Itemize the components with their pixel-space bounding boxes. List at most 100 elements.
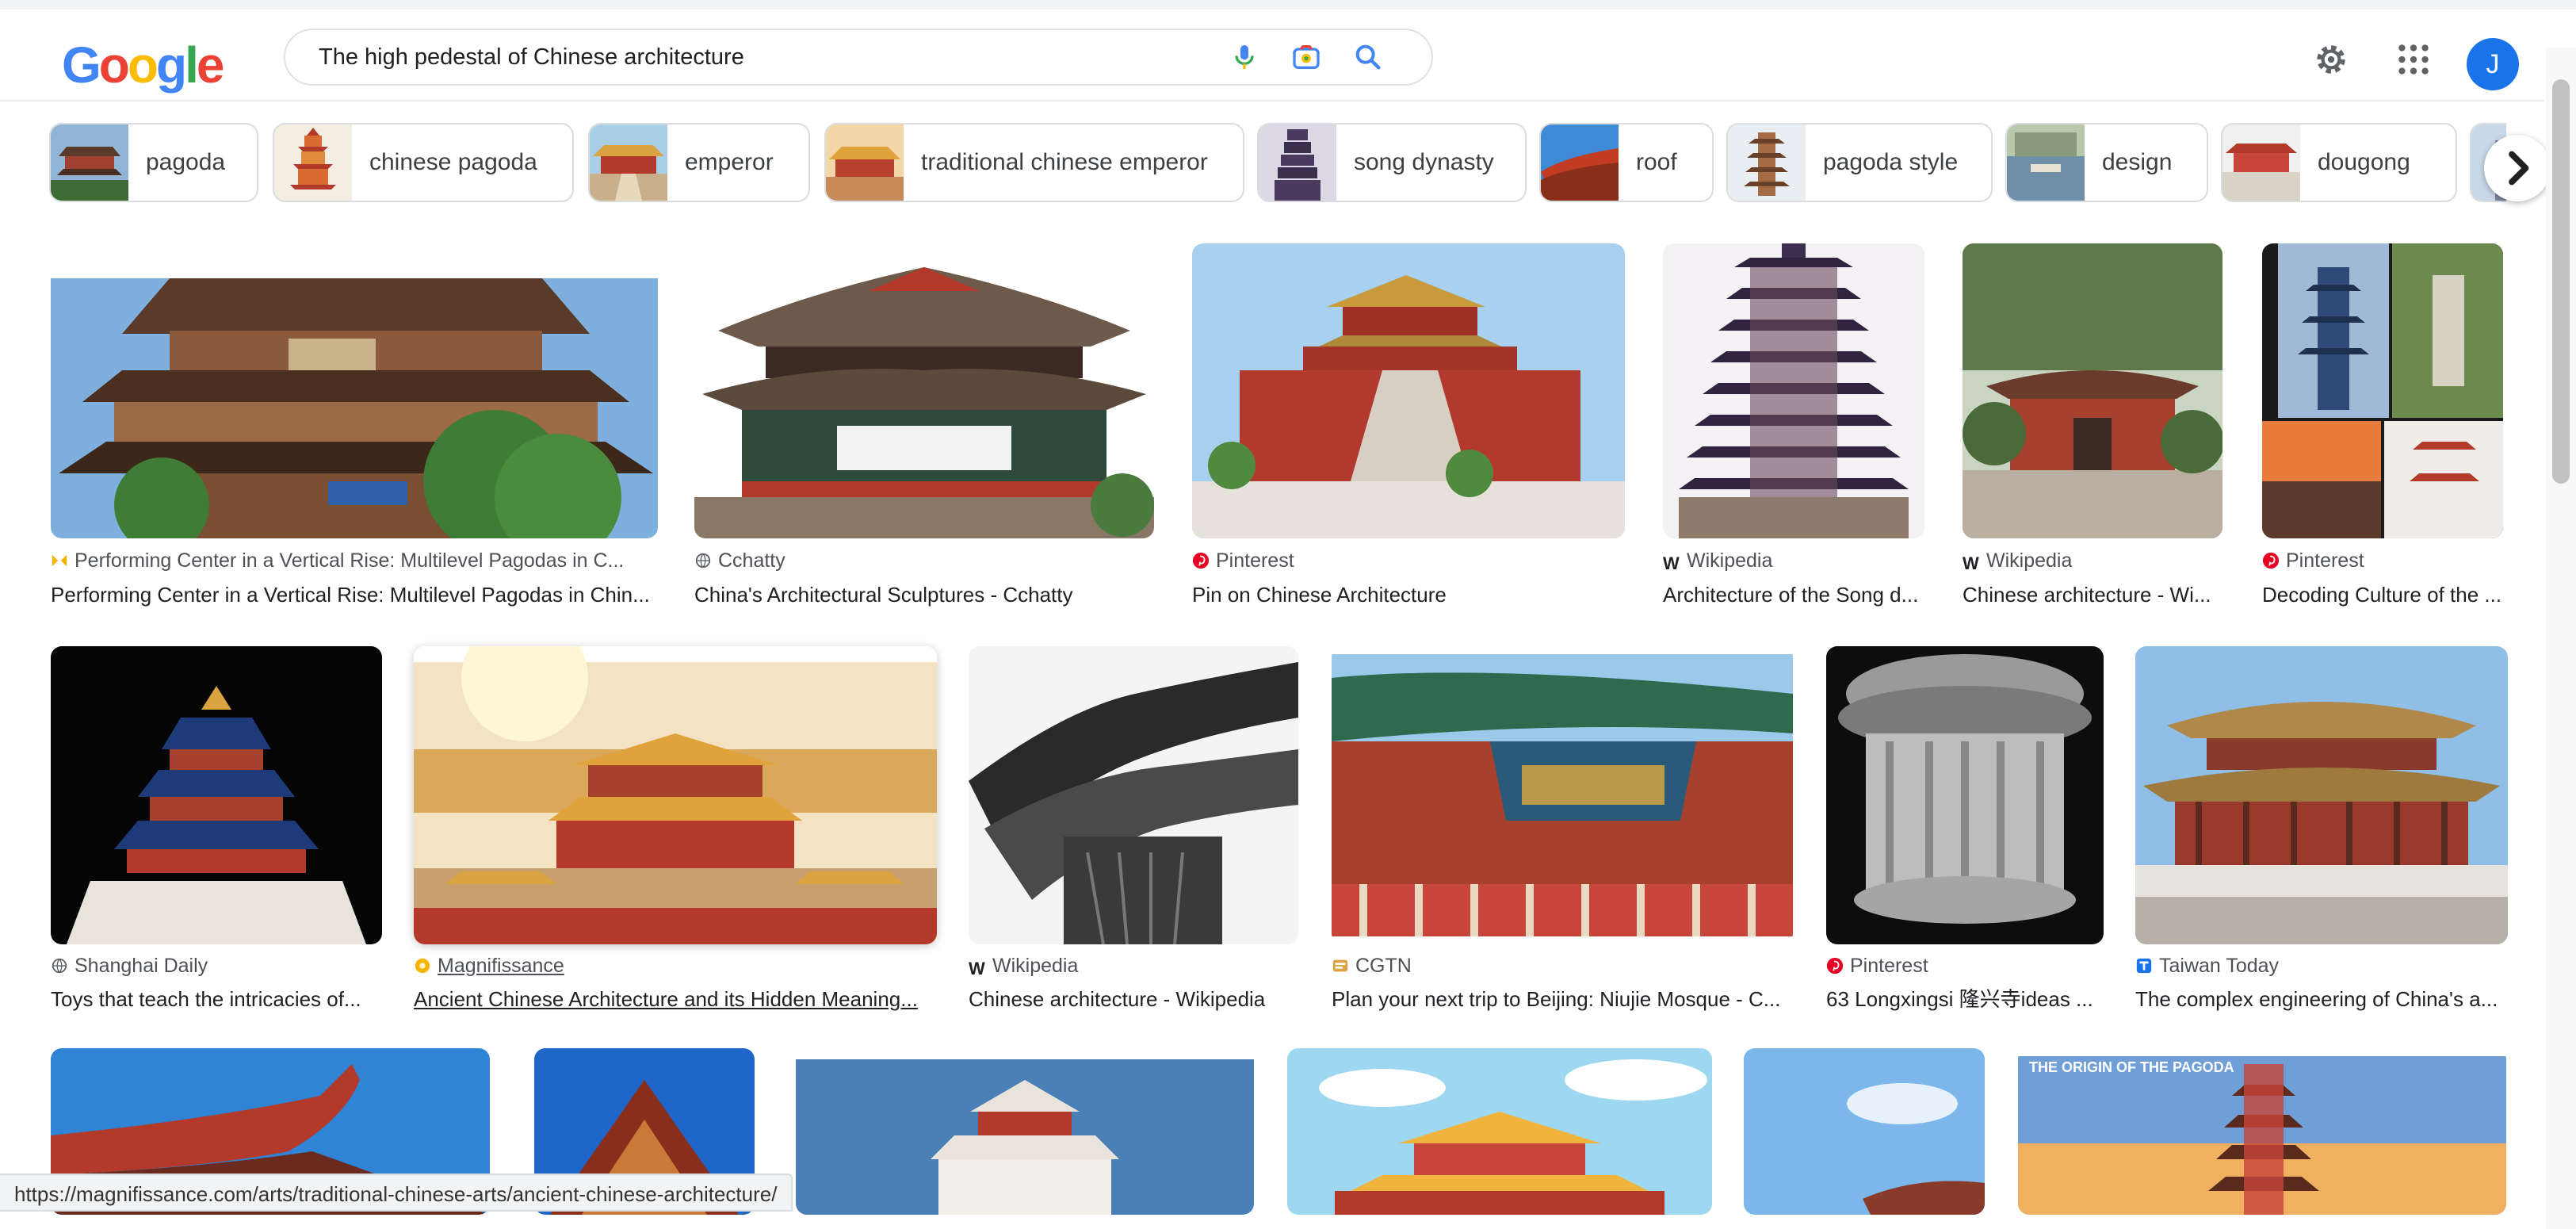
result-title[interactable]: Toys that teach the intricacies of... [51,986,382,1013]
result-thumbnail[interactable] [1192,243,1625,538]
page-scrollbar[interactable] [2546,48,2576,1229]
scrollbar-thumb[interactable] [2552,79,2570,484]
search-query-text[interactable]: The high pedestal of Chinese architectur… [319,30,744,84]
source-name: Pinterest [1216,549,1294,572]
multilevel-pagoda-image [51,243,658,538]
taiwan-today-icon [2136,958,2152,974]
source-name: Shanghai Daily [75,955,208,977]
related-search-chips: pagoda chinese pagoda emperor traditiona… [49,123,2506,202]
result-source: Pinterest [1826,954,2104,978]
result-thumbnail[interactable] [51,243,658,538]
magnifying-glass-icon [52,554,67,567]
result-title[interactable]: Pin on Chinese Architecture [1192,581,1625,608]
logo-letter: G [62,36,101,94]
result-title[interactable]: The complex engineering of China's a... [2135,986,2508,1013]
chip-pagoda-style[interactable]: pagoda style [1726,123,1993,202]
result-thumbnail[interactable] [51,646,382,944]
source-name: Cchatty [718,549,785,572]
sky-rooftop-image [1744,1048,1985,1215]
chip-chinese-pagoda[interactable]: chinese pagoda [273,123,574,202]
image-result[interactable] [1287,1048,1712,1215]
chip-traditional-chinese-emperor[interactable]: traditional chinese emperor [824,123,1244,202]
chip-song-dynasty[interactable]: song dynasty [1257,123,1527,202]
search-input[interactable]: The high pedestal of Chinese architectur… [284,29,1433,86]
result-title[interactable]: Chinese architecture - Wikipedia [969,986,1298,1013]
result-title[interactable]: Performing Center in a Vertical Rise: Mu… [51,581,658,608]
pinterest-icon [1192,552,1210,569]
browser-top-edge [0,0,2576,10]
result-thumbnail[interactable] [2135,646,2508,944]
microphone-icon[interactable] [1229,41,1260,73]
source-name: Taiwan Today [2159,955,2280,977]
globe-icon [52,958,67,974]
chip-label: emperor [685,149,774,175]
google-logo[interactable]: Google [62,36,225,94]
result-title[interactable]: Plan your next trip to Beijing: Niujie M… [1332,986,1793,1013]
chips-next-button[interactable] [2484,135,2551,201]
result-thumbnail[interactable] [694,243,1154,538]
result-thumbnail[interactable] [1332,646,1793,944]
result-thumbnail[interactable] [969,646,1298,944]
result-source: Taiwan Today [2135,954,2508,978]
image-result[interactable]: Pinterest Decoding Culture of the ... [2262,243,2503,616]
image-result[interactable]: Pinterest 63 Longxingsi 隆兴寺ideas ... [1826,646,2104,1019]
chip-dougong[interactable]: dougong [2221,123,2457,202]
image-result[interactable]: Shanghai Daily Toys that teach the intri… [51,646,382,1019]
pagoda-collage-image [2262,243,2503,538]
image-result[interactable]: W Wikipedia Architecture of the Song d... [1663,243,1924,616]
result-title[interactable]: Architecture of the Song d... [1663,581,1924,608]
gate-pavilion-image [1963,243,2222,538]
image-result[interactable]: Pinterest Pin on Chinese Architecture [1192,243,1625,616]
image-result[interactable]: Magnifissance Ancient Chinese Architectu… [414,646,937,1019]
result-source: W Wikipedia [1963,549,2222,572]
account-avatar[interactable]: J [2467,38,2519,90]
chip-design[interactable]: design [2005,123,2208,202]
result-thumbnail[interactable] [1826,646,2104,944]
result-title[interactable]: China's Architectural Sculptures - Cchat… [694,581,1154,608]
chip-emperor[interactable]: emperor [588,123,810,202]
search-icon[interactable] [1352,41,1384,73]
chip-label: song dynasty [1354,149,1494,175]
image-result[interactable] [1744,1048,1985,1215]
image-result[interactable]: W Wikipedia Chinese architecture - Wi... [1963,243,2222,616]
result-thumbnail[interactable] [1287,1048,1712,1215]
source-name[interactable]: Magnifissance [438,955,564,977]
chip-label: roof [1636,149,1677,175]
result-thumbnail[interactable] [1744,1048,1985,1215]
link-status-bar: https://magnifissance.com/arts/tradition… [0,1173,793,1212]
image-result[interactable]: Cchatty China's Architectural Sculptures… [694,243,1154,616]
result-title[interactable]: Ancient Chinese Architecture and its Hid… [414,986,921,1013]
image-result[interactable]: Performing Center in a Vertical Rise: Mu… [51,243,658,616]
image-result[interactable]: CGTN Plan your next trip to Beijing: Niu… [1332,646,1793,1019]
result-thumbnail[interactable] [1963,243,2222,538]
result-title[interactable]: 63 Longxingsi 隆兴寺ideas ... [1826,986,2104,1013]
camera-lens-icon[interactable] [1290,41,1322,73]
logo-letter: e [196,36,225,94]
chip-roof[interactable]: roof [1539,123,1714,202]
apps-grid-icon[interactable] [2394,40,2433,79]
result-thumbnail[interactable]: THE ORIGIN OF THE PAGODA [2018,1048,2506,1215]
result-thumbnail[interactable] [414,646,937,944]
chip-thumbnail [1259,124,1336,201]
logo-letter: o [127,36,159,94]
image-result[interactable]: THE ORIGIN OF THE PAGODA [2018,1048,2506,1215]
result-title[interactable]: Decoding Culture of the ... [2262,581,2503,608]
settings-gear-icon[interactable] [2311,40,2351,79]
result-title[interactable]: Chinese architecture - Wi... [1963,581,2222,608]
chip-thumbnail [1541,124,1619,201]
wikipedia-icon: W [969,959,985,978]
image-result[interactable]: W Wikipedia Chinese architecture - Wikipe… [969,646,1298,1019]
pinterest-icon [1826,957,1844,974]
chip-pagoda[interactable]: pagoda [49,123,258,202]
image-result[interactable] [796,1048,1254,1215]
chip-label: design [2102,149,2173,175]
image-result[interactable]: Taiwan Today The complex engineering of … [2135,646,2508,1019]
result-thumbnail[interactable] [2262,243,2503,538]
result-thumbnail[interactable] [1663,243,1924,538]
result-source: Pinterest [2262,549,2503,572]
red-platform-temple-image [1192,243,1625,538]
result-thumbnail[interactable] [796,1048,1254,1215]
chip-thumbnail [2007,124,2085,201]
chip-thumbnail [590,124,667,201]
chip-label: chinese pagoda [369,149,537,175]
